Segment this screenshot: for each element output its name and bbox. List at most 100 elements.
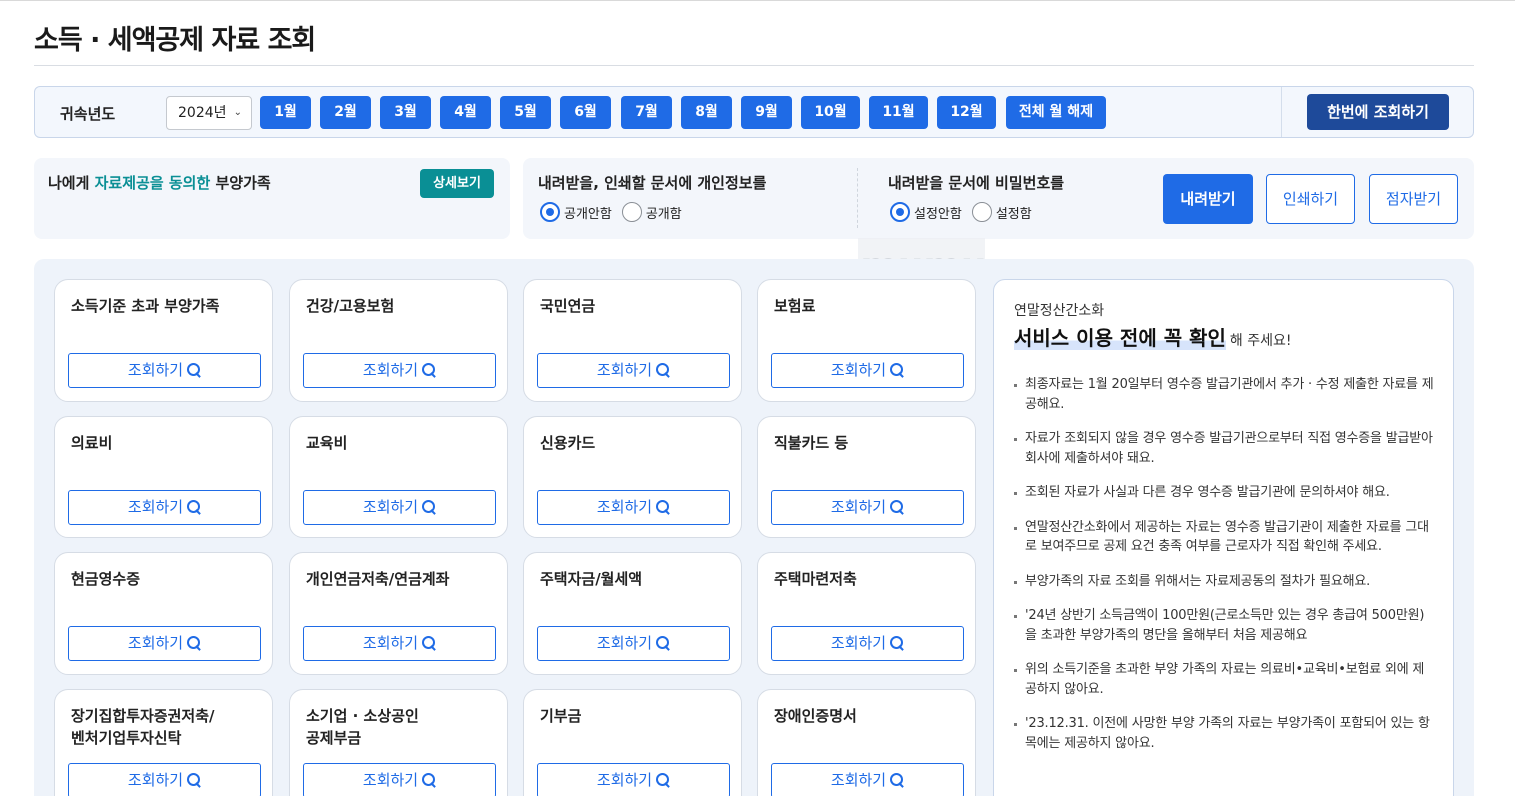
privacy-hide-radio[interactable]	[540, 202, 560, 222]
top-border	[0, 0, 1515, 1]
query-button[interactable]: 조회하기	[68, 490, 261, 525]
query-button[interactable]: 조회하기	[68, 763, 261, 796]
query-button-label: 조회하기	[362, 498, 419, 516]
search-icon	[890, 636, 904, 650]
notice-item: 연말정산간소화에서 제공하는 자료는 영수증 발급기관이 제출한 자료를 그대로…	[1014, 518, 1434, 557]
card-title: 직불카드 등	[774, 434, 849, 452]
notice-item: '23.12.31. 이전에 사망한 부양 가족의 자료는 부양가족이 포함되어…	[1014, 714, 1434, 753]
query-button-label: 조회하기	[127, 771, 184, 789]
search-icon	[656, 773, 670, 787]
query-button[interactable]: 조회하기	[771, 626, 964, 661]
detail-view-button[interactable]: 상세보기	[420, 169, 494, 198]
card-medical-expenses: 의료비 조회하기	[54, 416, 273, 538]
query-button[interactable]: 조회하기	[303, 626, 496, 661]
month-button-2[interactable]: 2월	[320, 96, 371, 129]
privacy-show-label: 공개함	[645, 206, 682, 222]
download-button[interactable]: 내려받기	[1163, 174, 1253, 224]
month-button-3[interactable]: 3월	[380, 96, 431, 129]
password-option-title: 내려받을 문서에 비밀번호를	[888, 174, 1065, 192]
braille-button[interactable]: 점자받기	[1369, 174, 1458, 224]
query-button[interactable]: 조회하기	[303, 353, 496, 388]
month-button-7[interactable]: 7월	[621, 96, 672, 129]
search-icon	[890, 363, 904, 377]
consent-suffix: 부양가족	[210, 174, 271, 192]
card-title: 소기업 · 소상공인 공제부금	[306, 705, 419, 749]
notice-title-emphasis: 서비스 이용 전에 꼭 확인	[1014, 326, 1226, 350]
card-title: 기부금	[540, 707, 582, 725]
search-icon	[422, 500, 436, 514]
privacy-option-title: 내려받을, 인쇄할 문서에 개인정보를	[538, 174, 767, 192]
bar-separator	[1281, 87, 1282, 137]
query-button[interactable]: 조회하기	[537, 626, 730, 661]
card-education-expenses: 교육비 조회하기	[289, 416, 508, 538]
card-title: 의료비	[71, 434, 113, 452]
query-button[interactable]: 조회하기	[303, 490, 496, 525]
query-button[interactable]: 조회하기	[537, 490, 730, 525]
search-icon	[187, 636, 201, 650]
privacy-show-radio[interactable]	[621, 202, 642, 222]
query-button[interactable]: 조회하기	[303, 763, 496, 796]
card-title: 장애인증명서	[774, 707, 857, 725]
year-select-value: 2024년	[178, 105, 227, 121]
month-button-9[interactable]: 9월	[741, 96, 792, 129]
query-button-label: 조회하기	[127, 634, 184, 652]
options-divider	[857, 168, 858, 228]
card-housing-loan-rent: 주택자금/월세액 조회하기	[523, 552, 742, 675]
consent-text: 나에게 자료제공을 동의한 부양가족	[48, 172, 271, 193]
query-button-label: 조회하기	[830, 771, 887, 789]
query-button[interactable]: 조회하기	[537, 763, 730, 796]
query-button-label: 조회하기	[127, 498, 184, 516]
password-on-radio[interactable]	[971, 202, 992, 222]
query-button[interactable]: 조회하기	[68, 353, 261, 388]
password-off-radio[interactable]	[890, 202, 910, 222]
card-title: 현금영수증	[71, 570, 141, 588]
card-title-line1: 소기업 · 소상공인	[306, 707, 419, 725]
card-title-line1: 장기집합투자증권저축/	[71, 707, 215, 725]
search-icon	[187, 773, 201, 787]
search-icon	[656, 363, 670, 377]
query-button[interactable]: 조회하기	[771, 490, 964, 525]
password-off-label: 설정안함	[914, 206, 962, 222]
query-button-label: 조회하기	[596, 498, 653, 516]
month-button-5[interactable]: 5월	[500, 96, 551, 129]
title-divider	[34, 65, 1474, 66]
card-title: 소득기준 초과 부양가족	[71, 297, 220, 315]
card-housing-savings: 주택마련저축 조회하기	[757, 552, 976, 675]
notice-item: 부양가족의 자료 조회를 위해서는 자료제공동의 절차가 필요해요.	[1014, 572, 1434, 592]
query-button-label: 조회하기	[830, 361, 887, 379]
card-long-term-investment-savings: 장기집합투자증권저축/벤처기업투자신탁 조회하기	[54, 689, 273, 796]
month-button-10[interactable]: 10월	[801, 96, 860, 129]
month-button-1[interactable]: 1월	[260, 96, 311, 129]
notice-title: 서비스 이용 전에 꼭 확인 해 주세요!	[1014, 322, 1291, 351]
month-button-8[interactable]: 8월	[681, 96, 732, 129]
month-button-4[interactable]: 4월	[440, 96, 491, 129]
search-icon	[422, 636, 436, 650]
card-insurance-premium: 보험료 조회하기	[757, 279, 976, 402]
query-button-label: 조회하기	[830, 498, 887, 516]
month-button-6[interactable]: 6월	[560, 96, 611, 129]
search-icon	[187, 500, 201, 514]
clear-all-months-button[interactable]: 전체 월 해제	[1006, 96, 1106, 129]
query-button[interactable]: 조회하기	[771, 763, 964, 796]
query-button[interactable]: 조회하기	[771, 353, 964, 388]
card-pension-savings: 개인연금저축/연금계좌 조회하기	[289, 552, 508, 675]
page-title: 소득 · 세액공제 자료 조회	[34, 25, 316, 56]
query-all-button[interactable]: 한번에 조회하기	[1307, 94, 1449, 130]
query-button-label: 조회하기	[362, 771, 419, 789]
year-select[interactable]: 2024년 ⌄	[166, 96, 252, 130]
print-button[interactable]: 인쇄하기	[1266, 174, 1355, 224]
search-icon	[187, 363, 201, 377]
month-button-11[interactable]: 11월	[869, 96, 928, 129]
month-button-12[interactable]: 12월	[937, 96, 996, 129]
notice-list: 최종자료는 1월 20일부터 영수증 발급기관에서 추가 · 수정 제출한 자료…	[1014, 375, 1434, 768]
card-title: 건강/고용보험	[306, 297, 395, 315]
card-title: 주택마련저축	[774, 570, 857, 588]
query-button[interactable]: 조회하기	[537, 353, 730, 388]
notice-item: 조회된 자료가 사실과 다른 경우 영수증 발급기관에 문의하셔야 해요.	[1014, 483, 1434, 503]
chevron-down-icon: ⌄	[233, 107, 242, 118]
card-title: 개인연금저축/연금계좌	[306, 570, 450, 588]
dependent-consent-box: 나에게 자료제공을 동의한 부양가족 상세보기	[34, 158, 510, 239]
query-button-label: 조회하기	[596, 361, 653, 379]
card-title: 장기집합투자증권저축/벤처기업투자신탁	[71, 705, 214, 749]
query-button[interactable]: 조회하기	[68, 626, 261, 661]
